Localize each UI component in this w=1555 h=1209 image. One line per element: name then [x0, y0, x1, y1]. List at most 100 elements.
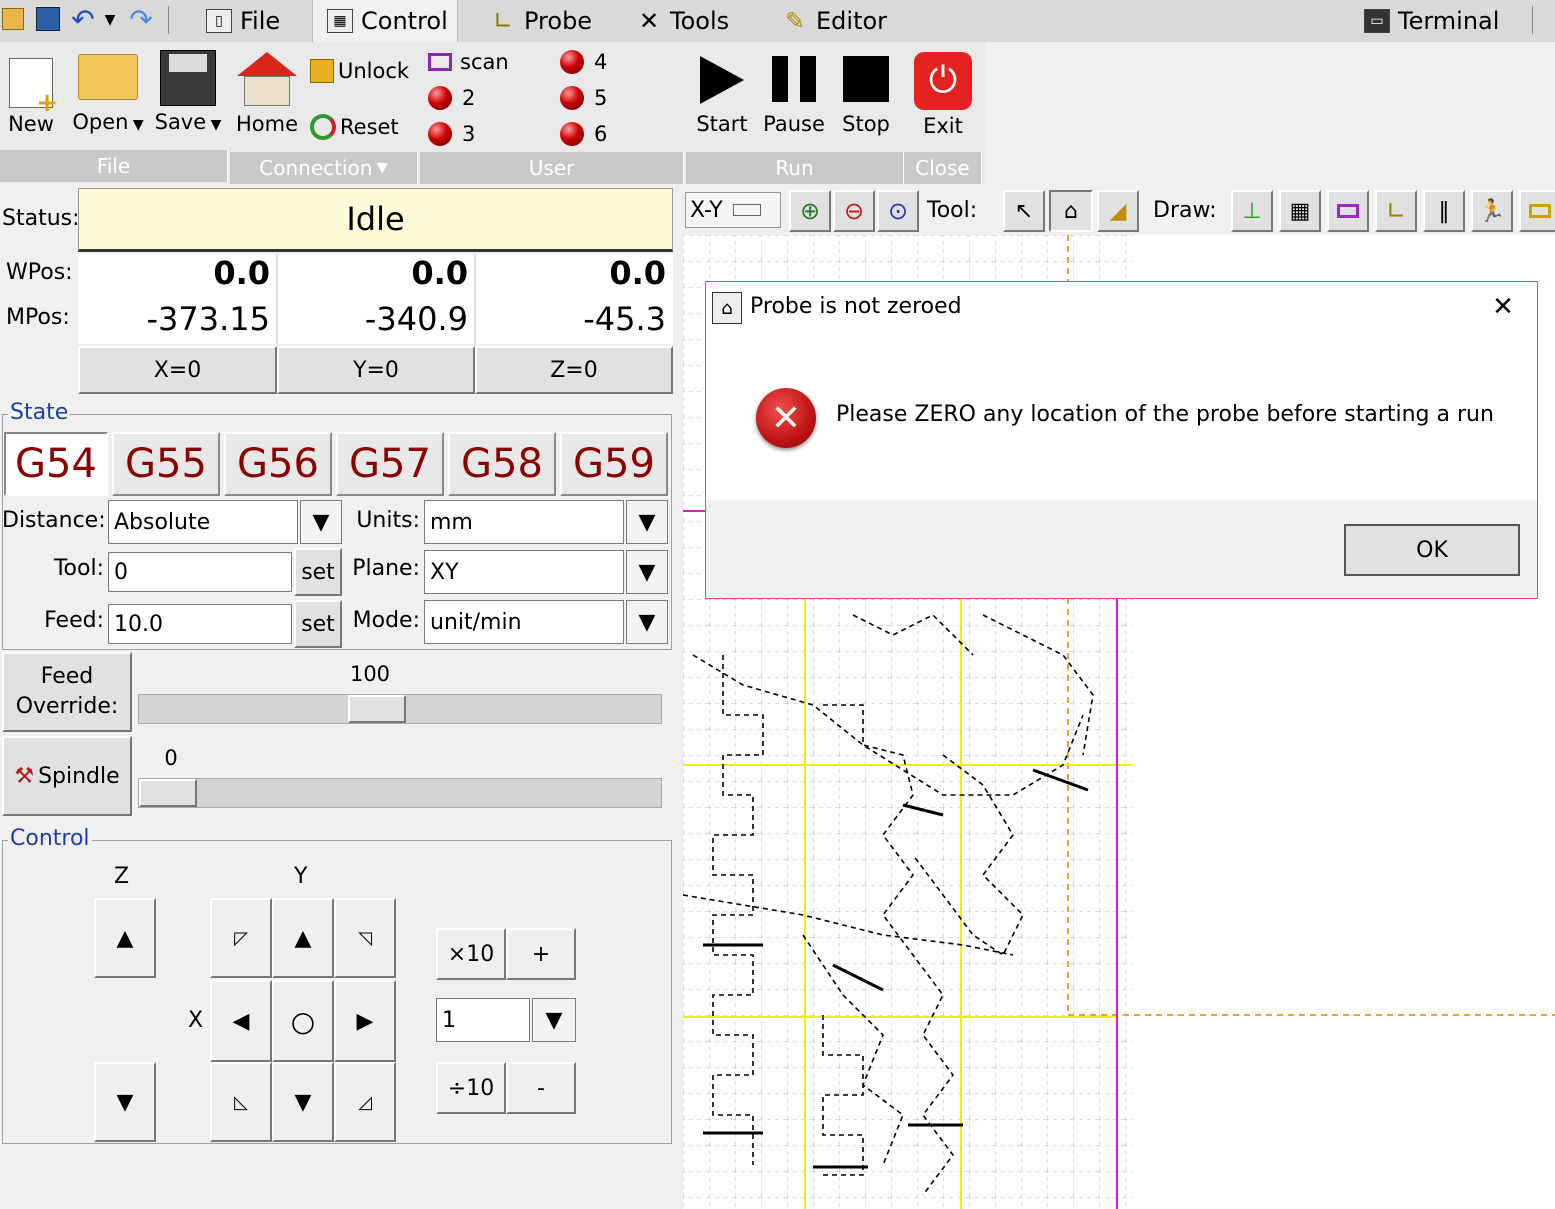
- open-folder-icon[interactable]: [2, 8, 24, 30]
- zoom-out-icon[interactable]: ⊖: [833, 190, 875, 232]
- workarea-icon[interactable]: ∟: [1375, 190, 1417, 232]
- save-disk-icon[interactable]: [36, 7, 60, 31]
- units-dropdown-icon[interactable]: ▼: [626, 500, 668, 544]
- jog-z-up-button[interactable]: ▲: [94, 898, 156, 978]
- mode-select[interactable]: unit/min: [424, 600, 624, 644]
- arrow-down-icon: ▼: [294, 1089, 312, 1115]
- feed-override-button[interactable]: Feed Override:: [2, 652, 132, 732]
- unlock-icon: [310, 59, 334, 83]
- jog-x-plus-y-plus-button[interactable]: ◹: [334, 898, 396, 978]
- save-button-label: Save: [154, 110, 207, 134]
- new-button[interactable]: + New: [2, 48, 60, 148]
- wcs-g55[interactable]: G55: [112, 432, 220, 496]
- distance-dropdown-icon[interactable]: ▼: [300, 500, 342, 544]
- step-div10-button[interactable]: ÷10: [436, 1062, 506, 1114]
- mode-dropdown-icon[interactable]: ▼: [626, 600, 668, 644]
- step-plus-button[interactable]: +: [506, 928, 576, 980]
- ok-button[interactable]: OK: [1344, 524, 1520, 576]
- jog-x-minus-y-minus-button[interactable]: ◺: [210, 1062, 272, 1142]
- zero-y-button[interactable]: Y=0: [277, 346, 475, 394]
- rapid-motion-icon[interactable]: 🏃: [1471, 190, 1513, 232]
- pause-button[interactable]: Pause: [760, 50, 828, 146]
- user-button-5[interactable]: 5: [560, 84, 640, 112]
- open-button[interactable]: Open ▼: [70, 48, 146, 148]
- jog-home-button[interactable]: ○: [272, 980, 334, 1062]
- margins-icon[interactable]: [1327, 190, 1369, 232]
- home-button[interactable]: Home: [234, 48, 300, 148]
- step-minus-button[interactable]: -: [506, 1062, 576, 1114]
- plane-dropdown-icon[interactable]: ▼: [626, 550, 668, 594]
- ruler-icon[interactable]: ◢: [1097, 190, 1139, 232]
- jog-y-minus-button[interactable]: ▼: [272, 1062, 334, 1142]
- feed-override-label-2: Override:: [15, 694, 119, 719]
- wcs-g54[interactable]: G54: [4, 432, 108, 496]
- jog-x-minus-button[interactable]: ◀: [210, 980, 272, 1062]
- slider-thumb[interactable]: [139, 779, 197, 807]
- scan-button[interactable]: scan: [428, 48, 538, 76]
- zero-z-button[interactable]: Z=0: [475, 346, 673, 394]
- wcs-g59[interactable]: G59: [560, 432, 668, 496]
- feed-set-button[interactable]: set: [294, 600, 342, 648]
- tab-terminal-label: Terminal: [1398, 7, 1500, 35]
- undo-dropdown-icon[interactable]: ▼: [100, 8, 120, 32]
- reset-icon: [310, 114, 336, 140]
- unlock-button[interactable]: Unlock: [310, 56, 418, 86]
- zoom-in-icon[interactable]: ⊕: [789, 190, 831, 232]
- axes-icon[interactable]: ⊥: [1231, 190, 1273, 232]
- jog-x-plus-y-minus-button[interactable]: ◿: [334, 1062, 396, 1142]
- step-times10-button[interactable]: ×10: [436, 928, 506, 980]
- start-button[interactable]: Start: [690, 50, 754, 146]
- close-icon[interactable]: ✕: [1486, 290, 1520, 324]
- view-select[interactable]: X-Y: [685, 192, 781, 228]
- jog-z-down-button[interactable]: ▼: [94, 1062, 156, 1142]
- jog-y-plus-button[interactable]: ▲: [272, 898, 334, 978]
- spindle-button[interactable]: ⚒ Spindle: [2, 736, 132, 816]
- feed-input[interactable]: 10.0: [108, 604, 292, 644]
- spindle-slider[interactable]: [138, 778, 662, 808]
- tab-editor[interactable]: ✎ Editor: [782, 0, 902, 42]
- tab-file[interactable]: ▯ File: [200, 0, 300, 42]
- jog-x-plus-button[interactable]: ▶: [334, 980, 396, 1062]
- tab-probe[interactable]: ∟ Probe: [490, 0, 610, 42]
- step-size-input[interactable]: 1: [436, 998, 530, 1042]
- red-ball-icon: [428, 122, 452, 146]
- wcs-g58[interactable]: G58: [448, 432, 556, 496]
- probe-not-zeroed-dialog: ⌂ Probe is not zeroed ✕ ✕ Please ZERO an…: [705, 281, 1538, 599]
- feed-override-slider[interactable]: [138, 694, 662, 724]
- path-icon[interactable]: ‖: [1423, 190, 1465, 232]
- exit-button[interactable]: ⏻ Exit: [908, 50, 978, 146]
- reset-button[interactable]: Reset: [310, 112, 418, 142]
- save-button[interactable]: Save ▼: [152, 48, 224, 148]
- slider-thumb[interactable]: [348, 695, 406, 723]
- grid-icon[interactable]: ▦: [1279, 190, 1321, 232]
- redo-icon[interactable]: ↷: [126, 3, 156, 36]
- wcs-g57[interactable]: G57: [336, 432, 444, 496]
- stop-button[interactable]: Stop: [834, 50, 898, 146]
- tool-set-button[interactable]: set: [294, 548, 342, 596]
- chevron-down-icon: ▼: [128, 117, 144, 133]
- units-select[interactable]: mm: [424, 500, 624, 544]
- red-ball-icon: [428, 86, 452, 110]
- step-size-dropdown-icon[interactable]: ▼: [532, 998, 576, 1042]
- wcs-g56[interactable]: G56: [224, 432, 332, 496]
- plane-select[interactable]: XY: [424, 550, 624, 594]
- user-button-2[interactable]: 2: [428, 84, 508, 112]
- select-cursor-icon[interactable]: ↖: [1003, 190, 1045, 232]
- distance-select[interactable]: Absolute: [108, 500, 298, 544]
- user-button-6[interactable]: 6: [560, 120, 640, 148]
- jog-x-minus-y-plus-button[interactable]: ◸: [210, 898, 272, 978]
- user-button-4[interactable]: 4: [560, 48, 640, 76]
- draw-toolbar-label-text: Draw:: [1153, 198, 1217, 223]
- connection-dropdown[interactable]: Connection ▼: [230, 152, 418, 184]
- zero-x-button[interactable]: X=0: [78, 346, 277, 394]
- zoom-fit-icon[interactable]: ⊙: [877, 190, 919, 232]
- tool-input[interactable]: 0: [108, 552, 292, 592]
- tab-control[interactable]: ▦ Control: [312, 0, 458, 42]
- tab-tools[interactable]: ✕ Tools: [636, 0, 746, 42]
- probe-tool-icon[interactable]: ⌂: [1049, 190, 1093, 232]
- dialog-message: Please ZERO any location of the probe be…: [836, 402, 1494, 427]
- tab-terminal[interactable]: ▭ Terminal: [1364, 0, 1514, 42]
- undo-icon[interactable]: ↶: [68, 3, 98, 36]
- user-button-3[interactable]: 3: [428, 120, 508, 148]
- bounding-box-icon[interactable]: [1519, 190, 1555, 232]
